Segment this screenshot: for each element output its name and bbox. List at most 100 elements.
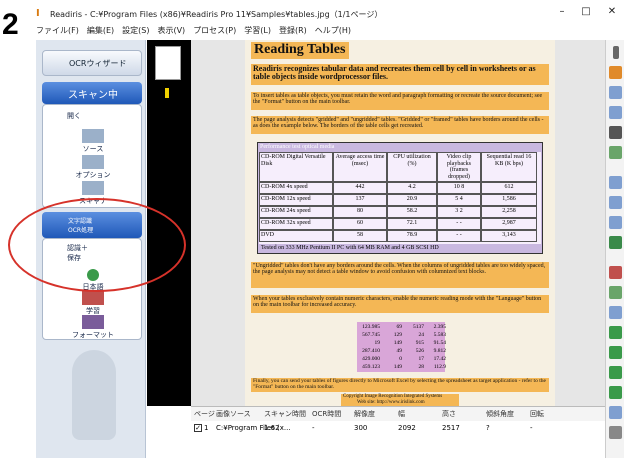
column-header[interactable]: 回転	[527, 409, 567, 419]
close-button[interactable]: ✕	[602, 6, 622, 17]
scanner-icon	[82, 181, 104, 195]
table-caption: Performance test optical media	[260, 144, 335, 150]
ocr-wizard-label: OCRウィザード	[69, 58, 127, 68]
zone-split-icon[interactable]	[609, 216, 622, 229]
row-cell: -	[312, 424, 315, 432]
zoom-icon[interactable]	[609, 306, 622, 319]
zone-order-icon[interactable]	[609, 176, 622, 189]
paragraph-4: "Ungridded" tables don't have any border…	[253, 263, 546, 276]
magnifier-icon[interactable]	[609, 406, 622, 419]
number-cell: 915	[415, 340, 424, 346]
zone-numbering-icon[interactable]	[609, 236, 622, 249]
table-header-cell: Video clip playbacks (frames dropped)	[437, 152, 481, 182]
text-zone-icon[interactable]	[609, 66, 622, 79]
column-header[interactable]: スキャン時間	[261, 409, 309, 419]
footer-line-1: Copyright Image Recognition Integrated S…	[343, 394, 443, 399]
edit-icon[interactable]	[609, 286, 622, 299]
menu-view[interactable]: 表示(V)	[157, 25, 185, 36]
row-cell: 300	[354, 424, 368, 432]
row-checkbox[interactable]: ✓	[194, 424, 202, 432]
menu-bar: ファイル(F) 編集(E) 設定(S) 表示(V) プロセス(P) 学習(L) …	[36, 22, 624, 38]
page-up-icon[interactable]	[609, 346, 622, 359]
menu-register[interactable]: 登録(R)	[279, 25, 307, 36]
table-row[interactable]: ✓ 1 C:¥Program Files (x... 1.62 - 300 2092 2517…	[191, 421, 605, 435]
number-cell: 459.123	[362, 364, 380, 370]
table-cell: DVD	[259, 230, 333, 242]
number-cell: 49	[396, 348, 403, 354]
column-header[interactable]: OCR時間	[309, 409, 351, 419]
page-list-table: ページ 画像ソース スキャン時間 OCR時間 解像度幅高さ 傾斜角度 回転 ✓ 1 C:¥Pro…	[191, 406, 605, 458]
scanning-panel: 開く ソース オプション スキャナ	[42, 104, 142, 208]
ocr-wizard-button[interactable]: OCRウィザード	[42, 50, 142, 76]
number-cell: 123.985	[362, 324, 380, 330]
column-header[interactable]: 画像ソース	[213, 409, 261, 419]
menu-learning[interactable]: 学習(L)	[244, 25, 271, 36]
column-header[interactable]: 傾斜角度	[483, 409, 527, 419]
tab-scanning[interactable]: スキャン中	[42, 82, 142, 104]
menu-help[interactable]: ヘルプ(H)	[315, 25, 351, 36]
table-cell: 5 4	[437, 194, 481, 206]
menu-file[interactable]: ファイル(F)	[36, 25, 79, 36]
table-footer: Tested on 333 MHz Pentium II PC with 64 …	[261, 245, 439, 251]
title-bar: I Readiris - C:¥Program Files (x86)¥Read…	[36, 6, 624, 22]
table-cell: 2,258	[481, 206, 537, 218]
number-cell: 9.812	[433, 348, 446, 354]
page-layout-icon[interactable]	[609, 326, 622, 339]
column-header[interactable]: ページ	[191, 409, 215, 419]
zone-join-icon[interactable]	[609, 196, 622, 209]
table-cell: 72.1	[387, 218, 437, 230]
pointer-tool-icon[interactable]	[613, 46, 619, 59]
menu-process[interactable]: プロセス(P)	[193, 25, 236, 36]
table-cell: 60	[333, 218, 387, 230]
page-down-icon[interactable]	[609, 366, 622, 379]
barcode-zone-icon[interactable]	[609, 126, 622, 139]
menu-edit[interactable]: 編集(E)	[87, 25, 114, 36]
table-body: CD-ROM Digital Versatile Disk Average acc…	[259, 152, 541, 244]
table-cell: CD-ROM 4x speed	[259, 182, 333, 194]
document-viewer: Reading Tables Readiris recognizes tabul…	[191, 40, 605, 406]
number-cell: 0	[399, 356, 402, 362]
maximize-button[interactable]: □	[576, 6, 596, 17]
format-item[interactable]: フォーマット	[53, 315, 133, 340]
delete-zone-icon[interactable]	[609, 266, 622, 279]
row-cell: 2092	[398, 424, 416, 432]
table-cell: CD-ROM 32x speed	[259, 218, 333, 230]
rotate-icon[interactable]	[609, 386, 622, 399]
table-zone-icon[interactable]	[609, 106, 622, 119]
table-cell: 2,987	[481, 218, 537, 230]
number-cell: 287.410	[362, 348, 380, 354]
page-thumbnail[interactable]	[155, 46, 181, 80]
tab-scanning-label: スキャン中	[68, 89, 118, 101]
learning-item[interactable]: 学習	[53, 291, 133, 316]
number-cell: 129	[393, 332, 402, 338]
table-cell: 80	[333, 206, 387, 218]
paragraph-5: When your tables exclusively contain num…	[253, 296, 542, 309]
options-icon	[82, 155, 104, 169]
options-item[interactable]: オプション	[53, 155, 133, 180]
table-cell: 137	[333, 194, 387, 206]
row-cell: ?	[486, 424, 490, 432]
annotation-ellipse	[8, 198, 186, 292]
table-header-cell: Average access time (msec)	[333, 152, 387, 182]
readiris-app-icon: I	[36, 8, 40, 19]
column-header[interactable]: 幅	[395, 409, 439, 419]
open-item[interactable]: 開く	[45, 111, 125, 121]
table-cell: 20.9	[387, 194, 437, 206]
document-page: Reading Tables Readiris recognizes tabul…	[245, 40, 555, 406]
iris-logo	[72, 350, 116, 440]
source-item[interactable]: ソース	[53, 129, 133, 154]
settings-icon[interactable]	[609, 426, 622, 439]
row-cell: 1.62	[264, 424, 280, 432]
analyze-icon[interactable]	[609, 146, 622, 159]
table-cell: 4.2	[387, 182, 437, 194]
column-header[interactable]: 解像度	[351, 409, 395, 419]
menu-settings[interactable]: 設定(S)	[122, 25, 149, 36]
graphic-zone-icon[interactable]	[609, 86, 622, 99]
learning-icon	[82, 291, 104, 305]
number-cell: 112.9	[433, 364, 446, 370]
number-cell: 567.745	[362, 332, 380, 338]
minimize-button[interactable]: –	[552, 6, 572, 17]
table-cell: 78.9	[387, 230, 437, 242]
format-icon	[82, 315, 104, 329]
column-header[interactable]: 高さ	[439, 409, 483, 419]
